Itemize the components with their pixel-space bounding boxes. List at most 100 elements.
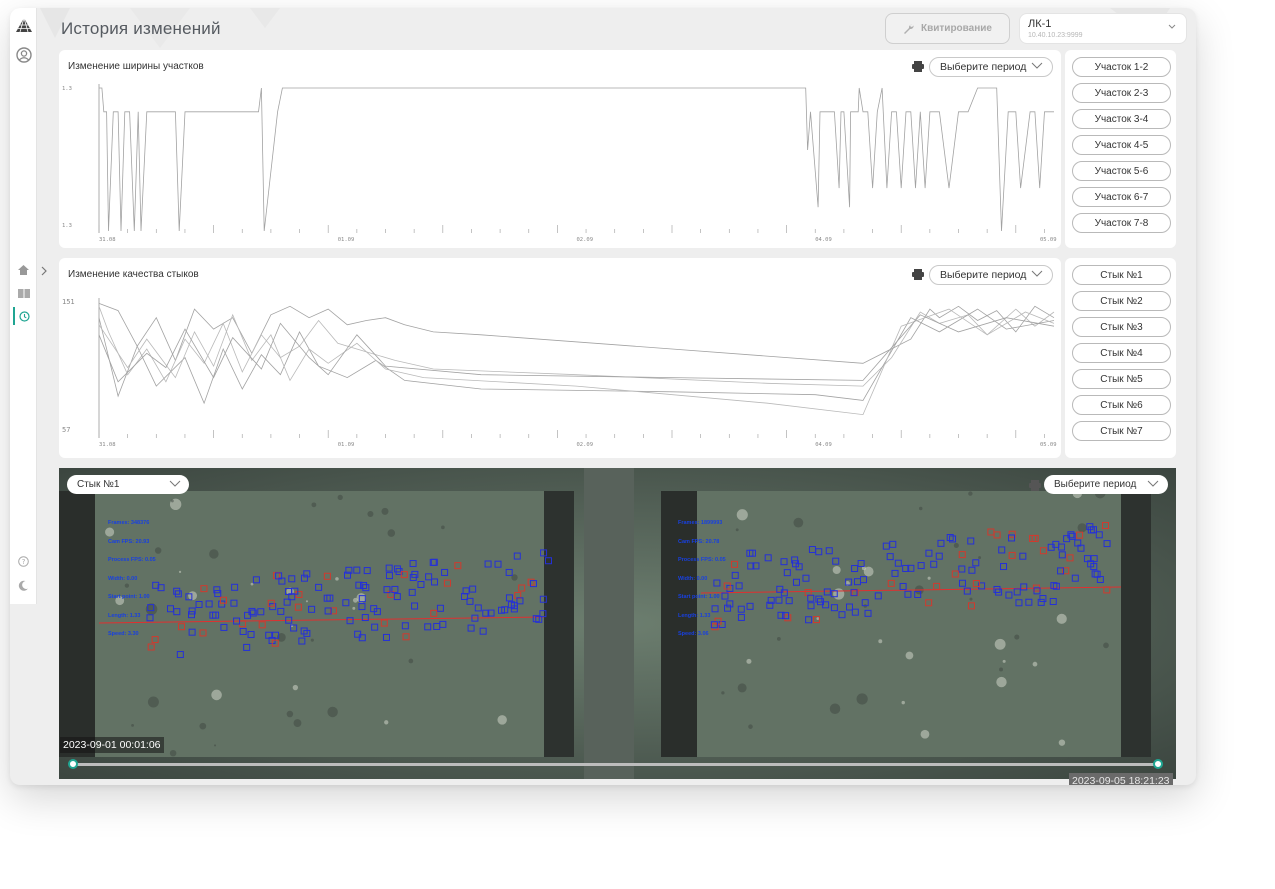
section-button-4-5[interactable]: Участок 4-5: [1072, 135, 1171, 155]
surface-spot: [736, 509, 748, 521]
series-line: [98, 308, 1055, 405]
surface-spot: [154, 547, 162, 554]
line-name: ЛК-1: [1028, 18, 1052, 30]
joint-button-1[interactable]: Стык №1: [1072, 265, 1171, 285]
section-button-7-8[interactable]: Участок 7-8: [1072, 213, 1171, 233]
hud-line: Width: 0.00: [678, 575, 708, 582]
surface-spot: [1103, 642, 1109, 649]
section-button-6-7[interactable]: Участок 6-7: [1072, 187, 1171, 207]
surface-spot: [927, 576, 931, 580]
surface-spot: [1056, 613, 1067, 624]
surface-spot: [920, 729, 930, 739]
surface-spot: [776, 637, 781, 641]
history-icon[interactable]: [13, 307, 34, 325]
surface-spot: [310, 638, 314, 642]
user-icon[interactable]: [13, 46, 34, 64]
video-period-select[interactable]: Выберите период: [1044, 475, 1168, 494]
moon-icon[interactable]: [13, 576, 34, 594]
hud-line: Start point: 1.00: [108, 594, 150, 600]
section-button-2-3[interactable]: Участок 2-3: [1072, 83, 1171, 103]
acknowledge-label: Квитирование: [921, 23, 992, 34]
joint-button-6[interactable]: Стык №6: [1072, 395, 1171, 415]
joints-panel: Стык №1 Стык №2 Стык №3 Стык №4 Стык №5 …: [1065, 258, 1176, 458]
camera-2-image: [661, 487, 1151, 757]
width-sections-panel: Участок 1-2 Участок 2-3 Участок 3-4 Учас…: [1065, 50, 1176, 248]
home-icon[interactable]: [13, 261, 34, 279]
surface-spot: [856, 693, 868, 705]
surface-spot: [793, 517, 804, 528]
surface-spot: [327, 706, 338, 718]
timeline-end-handle[interactable]: [1153, 759, 1163, 769]
surface-spot: [999, 667, 1003, 672]
surface-spot: [335, 577, 339, 581]
page-title: История изменений: [61, 19, 221, 38]
joint-button-4[interactable]: Стык №4: [1072, 343, 1171, 363]
joint-button-7[interactable]: Стык №7: [1072, 421, 1171, 441]
section-button-1-2[interactable]: Участок 1-2: [1072, 57, 1171, 77]
joint-button-5[interactable]: Стык №5: [1072, 369, 1171, 389]
surface-spot: [293, 719, 302, 727]
acknowledge-button[interactable]: Квитирование: [885, 13, 1010, 44]
surface-spot: [384, 720, 389, 725]
surface-spot: [124, 583, 130, 588]
surface-spot: [1032, 661, 1038, 667]
surface-spot: [721, 691, 725, 695]
section-button-3-4[interactable]: Участок 3-4: [1072, 109, 1171, 129]
video-period-label: Выберите период: [1054, 479, 1137, 490]
surface-spot: [286, 710, 294, 718]
time-end: 2023-09-05 18:21:23: [1069, 773, 1173, 785]
hud-line: Start point: 1.00: [678, 594, 720, 600]
sidebar-expand-button[interactable]: [39, 264, 49, 278]
surface-spot: [968, 491, 973, 496]
timeline-start-handle[interactable]: [68, 759, 78, 769]
series-line: [98, 303, 1055, 364]
quality-chart-panel: Изменение качества стыков Выберите перио…: [59, 258, 1061, 458]
width-chart-panel: Изменение ширины участков Выберите перио…: [59, 50, 1061, 248]
printer-icon[interactable]: [1029, 480, 1041, 491]
x-tick-label: 31.08: [99, 237, 116, 243]
book-icon[interactable]: [13, 284, 34, 302]
surface-spot: [305, 600, 308, 603]
hud-line: Frames: 348376: [108, 520, 150, 526]
hud-line: Cam FPS: 20.93: [108, 538, 150, 545]
video-viewer: Frames: 348376 Cam FPS: 20.93 Process FPS:…: [59, 468, 1176, 779]
joint-select-label: Стык №1: [77, 479, 120, 490]
y-tick-label-bottom: 57: [62, 426, 70, 434]
x-tick-label: 02.09: [577, 237, 594, 243]
x-tick-label: 04.09: [815, 442, 832, 448]
chevron-down-icon: [1147, 480, 1159, 487]
surface-spot: [1002, 659, 1006, 663]
surface-spot: [131, 723, 134, 727]
surface-spot: [211, 689, 222, 701]
surface-spot: [352, 606, 356, 610]
line-select[interactable]: ЛК-1 10.40.10.23:9999: [1019, 13, 1187, 44]
sidebar: ?: [10, 8, 37, 604]
surface-spot: [832, 565, 841, 574]
joint-button-3[interactable]: Стык №3: [1072, 317, 1171, 337]
section-button-5-6[interactable]: Участок 5-6: [1072, 161, 1171, 181]
x-tick-label: 01.09: [338, 442, 355, 448]
surface-spot: [878, 639, 883, 644]
roller-edge-left: [661, 491, 697, 757]
surface-spot: [381, 507, 389, 515]
surface-spot: [209, 549, 219, 559]
timeline-slider[interactable]: [73, 763, 1160, 766]
x-tick-label: 31.08: [99, 442, 116, 448]
surface-spot: [746, 658, 752, 664]
hud-line: Width: 0.00: [108, 575, 138, 582]
hud-line: Cam FPS: 20.78: [678, 538, 720, 545]
surface-spot: [994, 638, 1006, 650]
camera-feed-2: [661, 487, 1151, 757]
surface-spot: [905, 651, 914, 660]
joint-select[interactable]: Стык №1: [67, 475, 189, 494]
surface-spot: [978, 556, 982, 560]
hud-line: Speed: 3.30: [108, 631, 139, 637]
logo-triangle-icon[interactable]: [13, 16, 34, 34]
surface-spot: [953, 543, 959, 549]
roller-edge-left: [59, 491, 95, 757]
help-icon[interactable]: ?: [13, 552, 34, 570]
surface-spot: [901, 700, 905, 705]
surface-spot: [105, 527, 115, 537]
joint-button-2[interactable]: Стык №2: [1072, 291, 1171, 311]
surface-spot: [147, 696, 159, 708]
